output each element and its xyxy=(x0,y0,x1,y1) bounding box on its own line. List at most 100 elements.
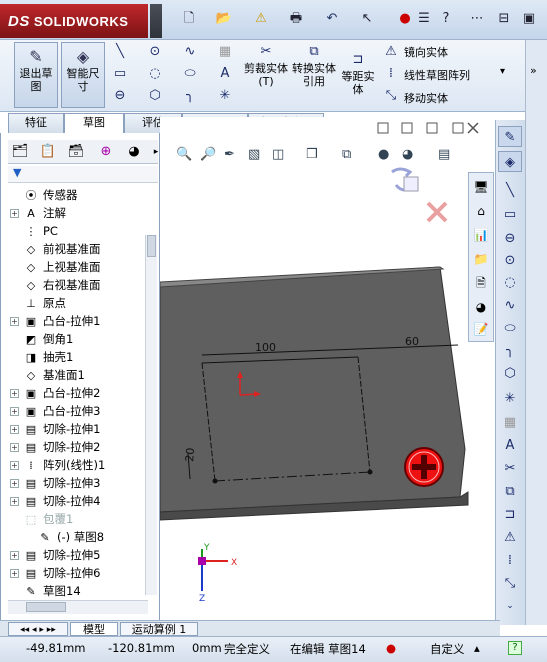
sketch-point[interactable] xyxy=(367,469,373,475)
exit-sketch-icon[interactable]: ✎ xyxy=(498,126,522,147)
design-library-icon[interactable]: 📊 xyxy=(471,225,491,245)
text-a-icon[interactable]: A xyxy=(215,64,235,84)
linear-pattern-icon[interactable]: ⁞ xyxy=(498,550,522,571)
polygon-icon[interactable]: ⬡ xyxy=(145,86,165,106)
smart-dimension-button[interactable]: ◈ 智能尺寸 xyxy=(61,42,105,108)
help-icon[interactable]: ? xyxy=(508,641,522,655)
ellipse-icon[interactable]: ⬭ xyxy=(498,318,522,339)
solidworks-resources-icon[interactable]: 🖥 xyxy=(471,177,491,197)
tab-model[interactable]: 模型 xyxy=(70,622,118,636)
tree-item[interactable]: + ▤ 切除-拉伸3 xyxy=(10,474,100,492)
convert-icon[interactable]: ⧉ xyxy=(498,481,522,502)
filter-icon[interactable]: ▼ xyxy=(8,166,158,183)
logo-arrow[interactable] xyxy=(150,4,162,38)
new-doc-icon[interactable]: 🗋 xyxy=(180,10,198,28)
tree-item[interactable]: ◇ 右视基准面 xyxy=(10,276,101,294)
tree-item[interactable]: ⋮ PC xyxy=(10,222,58,240)
tree-item[interactable]: + ⁞ 阵列(线性)1 xyxy=(10,456,105,474)
tree-item[interactable]: + ▤ 切除-拉伸4 xyxy=(10,492,100,510)
view-palette-icon[interactable]: 🗎 xyxy=(471,273,491,293)
appearances-icon[interactable]: ◕ xyxy=(471,297,491,317)
expand-commands-icon[interactable]: ▾ xyxy=(500,66,505,77)
tree-item[interactable]: + ▣ 凸台-拉伸3 xyxy=(10,402,100,420)
tree-item[interactable]: ✎ (-) 草图8 xyxy=(24,528,104,546)
tree-item[interactable]: + ▤ 切除-拉伸1 xyxy=(10,420,100,438)
vertical-scrollbar[interactable] xyxy=(145,235,157,595)
more-icon[interactable]: ⋯ xyxy=(468,10,486,28)
dimension-100[interactable]: 100 xyxy=(255,341,276,354)
close-toolbar-icon[interactable]: ▣ xyxy=(520,10,538,28)
text-a-icon[interactable]: A xyxy=(498,435,522,456)
trim-icon[interactable]: ✂ xyxy=(498,458,522,479)
rectangle-icon[interactable]: ▭ xyxy=(498,204,522,225)
convert-entities-button[interactable]: ⧉ 转换实体引用 xyxy=(292,42,336,108)
chevron-right-icon[interactable]: » xyxy=(530,64,537,77)
sketch-feature-marker[interactable] xyxy=(404,447,444,487)
move-entities-icon[interactable]: ⤡ xyxy=(498,573,522,594)
expand-icon[interactable]: + xyxy=(10,569,19,578)
arc-icon[interactable]: ◌ xyxy=(498,272,522,293)
nav-arrows[interactable]: ◂◂ ◂ ▸ ▸▸ xyxy=(8,622,68,636)
tree-item[interactable]: + ▤ 切除-拉伸2 xyxy=(10,438,100,456)
line-icon[interactable]: ╲ xyxy=(110,42,130,62)
offset-icon[interactable]: ⊐ xyxy=(498,504,522,525)
mirror-icon[interactable]: ⚠ xyxy=(498,527,522,548)
display-manager-icon[interactable]: ◕ xyxy=(124,143,144,161)
tree-item[interactable]: ◇ 基准面1 xyxy=(10,366,85,384)
tree-item[interactable]: ✎ 草图14 xyxy=(10,582,80,600)
hscroll-thumb[interactable] xyxy=(26,602,66,612)
custom-properties-icon[interactable]: 📝 xyxy=(471,319,491,339)
spline-icon[interactable]: ∿ xyxy=(498,295,522,316)
options-icon[interactable]: ☰ xyxy=(415,10,433,28)
expand-icon[interactable]: + xyxy=(10,479,19,488)
trim-entities-button[interactable]: ✂ 剪裁实体(T) xyxy=(244,42,288,108)
tree-item[interactable]: + A 注解 xyxy=(10,204,66,222)
print-icon[interactable]: 🖶 xyxy=(287,10,305,28)
centerline-icon[interactable]: ▦ xyxy=(498,412,522,433)
horizontal-scrollbar[interactable] xyxy=(8,600,148,614)
undo-icon[interactable]: ↶ xyxy=(323,10,341,28)
sketch-point[interactable] xyxy=(212,478,218,484)
circle-icon[interactable]: ⊙ xyxy=(145,42,165,62)
linear-pattern-button[interactable]: 线性草图阵列 xyxy=(404,67,470,83)
tree-item[interactable]: + ▣ 凸台-拉伸2 xyxy=(10,384,100,402)
graphics-area[interactable]: 🔍 🔎 ✒ ▧ ◫ ❒ ⧉ ● ◕ ▤ 100 60 20 X Y Z xyxy=(159,117,495,620)
tree-item[interactable]: ⬚ 包覆1 xyxy=(10,510,74,528)
line-icon[interactable]: ╲ xyxy=(498,180,522,201)
feature-manager-icon[interactable]: 🗂 xyxy=(10,143,30,161)
traffic-light-icon[interactable]: ● xyxy=(396,10,414,28)
expand-icon[interactable]: + xyxy=(10,407,19,416)
sketch-fillet-icon[interactable]: ▦ xyxy=(215,42,235,62)
mirror-entities-button[interactable]: 镜向实体 xyxy=(404,44,448,60)
expand-icon[interactable]: + xyxy=(10,551,19,560)
tab-sketch[interactable]: 草图 xyxy=(64,113,124,133)
move-entities-button[interactable]: 移动实体 xyxy=(404,90,448,106)
status-dropdown-icon[interactable]: ▴ xyxy=(474,641,480,655)
slot-icon[interactable]: ⊖ xyxy=(498,228,522,249)
circle-icon[interactable]: ⊙ xyxy=(498,250,522,271)
rebuild-light-icon[interactable]: ● xyxy=(386,641,396,655)
tree-item[interactable]: ◇ 前视基准面 xyxy=(10,240,101,258)
dimension-20[interactable]: 20 xyxy=(183,447,197,462)
ellipse-icon[interactable]: ⬭ xyxy=(180,64,200,84)
chevron-down-icon[interactable]: ⌄ xyxy=(498,596,522,617)
tree-item[interactable]: ⊥ 原点 xyxy=(10,294,66,312)
expand-icon[interactable]: + xyxy=(10,461,19,470)
select-arrow-icon[interactable]: ↖ xyxy=(358,10,376,28)
tab-motion-study[interactable]: 运动算例 1 xyxy=(120,622,198,636)
property-manager-icon[interactable]: 📋 xyxy=(38,143,58,161)
arc-icon[interactable]: ◌ xyxy=(145,64,165,84)
tab-features[interactable]: 特征 xyxy=(8,113,64,133)
dimension-60[interactable]: 60 xyxy=(405,335,419,348)
tree-item[interactable]: ◩ 倒角1 xyxy=(10,330,74,348)
pin-icon[interactable]: ⊟ xyxy=(495,10,513,28)
help-icon[interactable]: ? xyxy=(437,10,455,28)
tree-item[interactable]: ◇ 上视基准面 xyxy=(10,258,101,276)
point-icon[interactable]: ✳ xyxy=(498,388,522,409)
expand-icon[interactable]: + xyxy=(10,443,19,452)
tree-item[interactable]: + ▤ 切除-拉伸6 xyxy=(10,564,100,582)
expand-icon[interactable]: + xyxy=(10,389,19,398)
tree-item[interactable]: + ▤ 切除-拉伸5 xyxy=(10,546,100,564)
fillet-icon[interactable]: ╮ xyxy=(180,86,200,106)
fillet-icon[interactable]: ╮ xyxy=(498,340,522,361)
